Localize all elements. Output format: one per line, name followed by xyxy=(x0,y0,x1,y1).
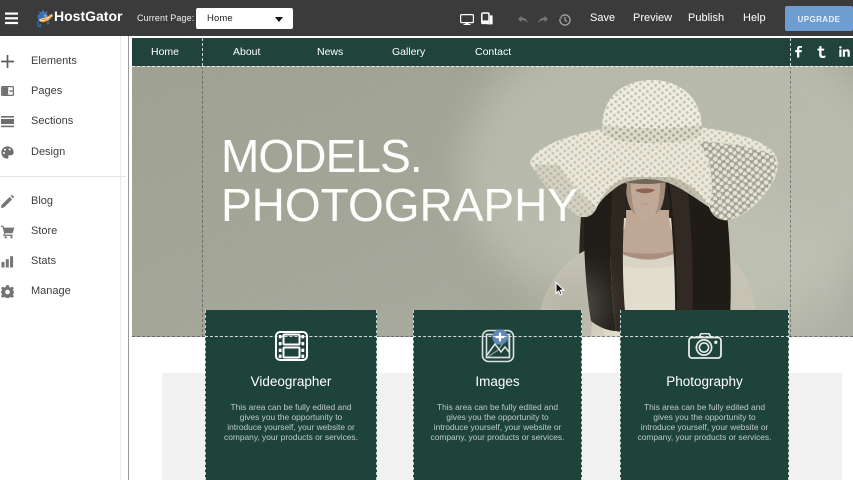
svg-text:PHOTOGRAPHY: PHOTOGRAPHY xyxy=(221,179,578,231)
svg-text:MODELS.: MODELS. xyxy=(221,130,422,182)
